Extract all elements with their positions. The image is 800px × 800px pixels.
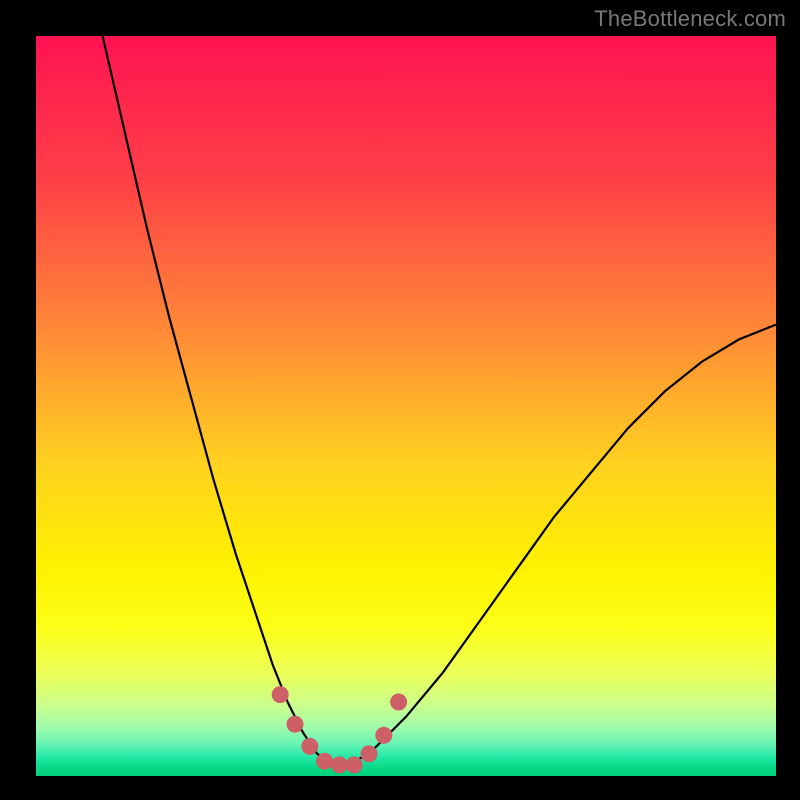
chart-frame: TheBottleneck.com xyxy=(0,0,800,800)
bottom-marker xyxy=(272,686,407,773)
curve-layer xyxy=(36,36,776,776)
watermark-text: TheBottleneck.com xyxy=(594,6,786,32)
plot-area xyxy=(36,36,776,776)
bottleneck-curve xyxy=(103,36,776,765)
